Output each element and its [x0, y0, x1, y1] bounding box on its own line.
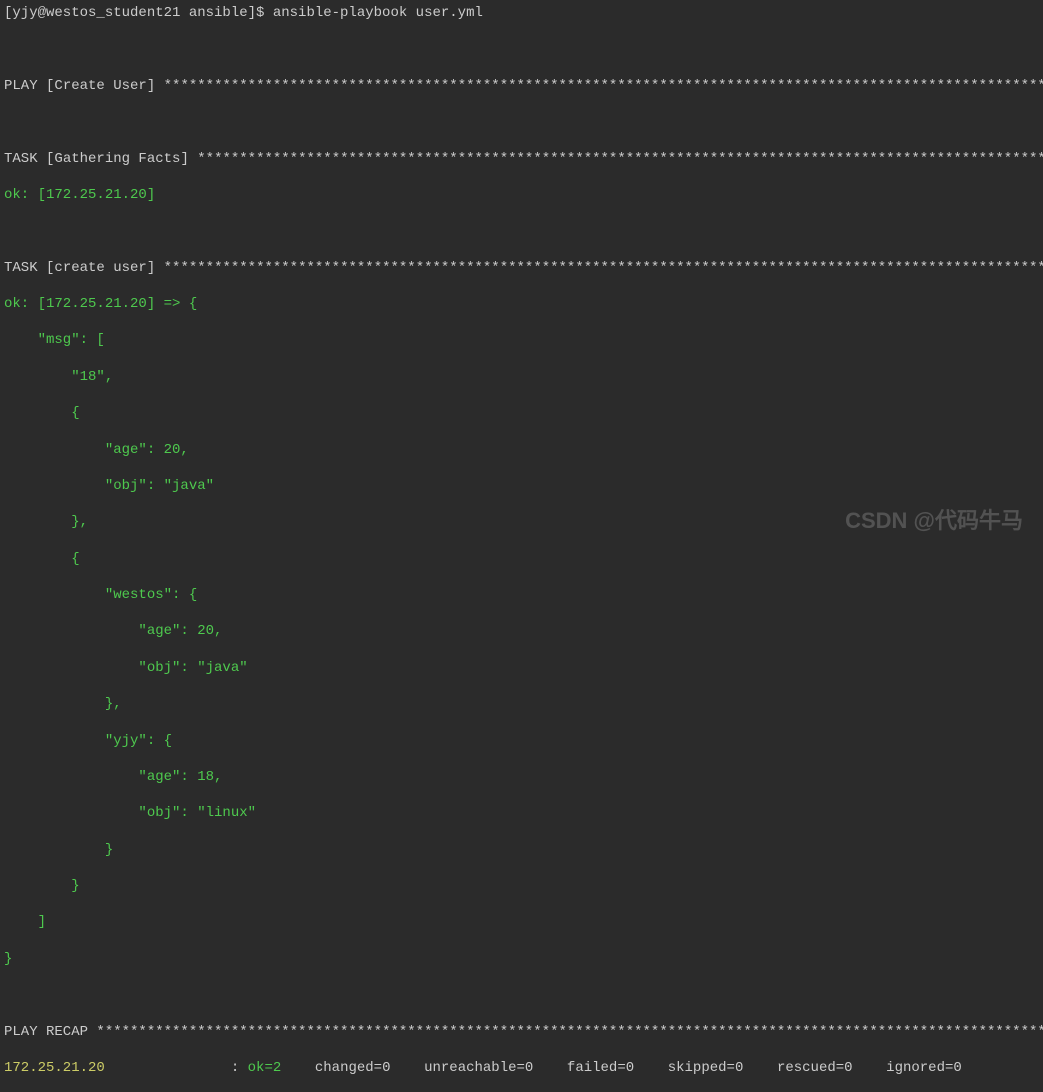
task-header-gathering: TASK [Gathering Facts] *****************… [4, 151, 1043, 167]
command-text: ansible-playbook user.yml [273, 5, 483, 21]
shell-prompt: [yjy@westos_student21 ansible]$ [4, 5, 273, 21]
play-header: PLAY [Create User] *********************… [4, 78, 1043, 94]
play-recap-header: PLAY RECAP *****************************… [4, 1024, 1043, 1040]
terminal-output: [yjy@westos_student21 ansible]$ ansible-… [4, 4, 1039, 1092]
recap-host: 172.25.21.20 [4, 1060, 105, 1076]
task-header-create-user: TASK [create user] *********************… [4, 260, 1043, 276]
recap-stats: changed=0 unreachable=0 failed=0 skipped… [306, 1060, 961, 1076]
recap-ok: ok=2 [248, 1060, 307, 1076]
msg-output: ok: [172.25.21.20] => { [4, 295, 1039, 313]
task-result-ok: ok: [172.25.21.20] [4, 186, 1039, 204]
